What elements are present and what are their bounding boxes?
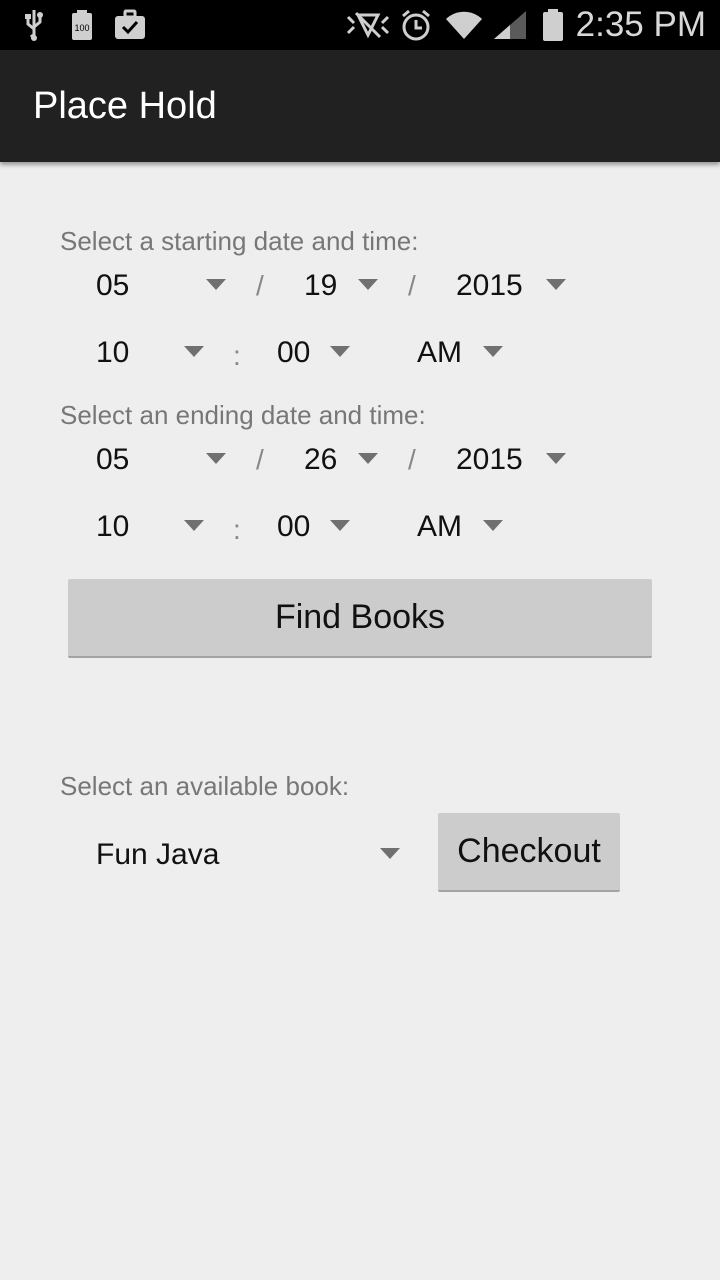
date-separator: / — [256, 270, 264, 301]
start-minute-value: 00 — [277, 336, 311, 369]
end-ampm-spinner[interactable]: AM — [417, 499, 512, 555]
start-hour-spinner[interactable]: 10 — [96, 325, 211, 381]
end-day-spinner[interactable]: 26 — [304, 432, 384, 488]
alarm-icon — [400, 0, 432, 50]
page-title: Place Hold — [33, 85, 217, 127]
start-month-value: 05 — [96, 269, 130, 302]
start-month-spinner[interactable]: 05 — [96, 258, 231, 314]
end-hour-spinner[interactable]: 10 — [96, 499, 211, 555]
start-day-value: 19 — [304, 269, 338, 302]
end-year-value: 2015 — [456, 443, 523, 476]
date-separator: / — [408, 444, 416, 475]
end-minute-spinner[interactable]: 00 — [277, 499, 357, 555]
dropdown-arrow-icon — [358, 279, 378, 290]
end-hour-value: 10 — [96, 510, 130, 543]
start-year-spinner[interactable]: 2015 — [456, 258, 571, 314]
dropdown-arrow-icon — [206, 453, 226, 464]
book-spinner[interactable]: Fun Java — [96, 827, 406, 883]
date-separator: / — [408, 270, 416, 301]
end-minute-value: 00 — [277, 510, 311, 543]
dropdown-arrow-icon — [330, 520, 350, 531]
checkout-button[interactable]: Checkout — [438, 813, 620, 892]
start-day-spinner[interactable]: 19 — [304, 258, 384, 314]
book-select-label: Select an available book: — [60, 771, 350, 801]
end-ampm-value: AM — [417, 510, 462, 543]
start-ampm-value: AM — [417, 336, 462, 369]
start-date-label: Select a starting date and time: — [60, 226, 419, 256]
battery-small-label: 100 — [74, 23, 89, 33]
status-bar: 100 2:35 PM — [0, 0, 720, 50]
dropdown-arrow-icon — [184, 520, 204, 531]
start-year-value: 2015 — [456, 269, 523, 302]
usb-icon — [20, 0, 48, 50]
date-separator: / — [256, 444, 264, 475]
end-date-label: Select an ending date and time: — [60, 400, 426, 430]
dropdown-arrow-icon — [483, 520, 503, 531]
dropdown-arrow-icon — [546, 279, 566, 290]
end-day-value: 26 — [304, 443, 338, 476]
dropdown-arrow-icon — [184, 346, 204, 357]
end-month-value: 05 — [96, 443, 130, 476]
dropdown-arrow-icon — [358, 453, 378, 464]
dropdown-arrow-icon — [330, 346, 350, 357]
time-separator: : — [233, 514, 241, 545]
book-selected-value: Fun Java — [96, 838, 220, 871]
end-month-spinner[interactable]: 05 — [96, 432, 231, 488]
battery-icon — [540, 0, 566, 50]
nfc-muted-icon — [344, 0, 392, 50]
time-separator: : — [233, 340, 241, 371]
dropdown-arrow-icon — [380, 848, 400, 859]
briefcase-check-icon — [114, 0, 146, 50]
action-bar: Place Hold — [0, 50, 720, 162]
dropdown-arrow-icon — [206, 279, 226, 290]
dropdown-arrow-icon — [483, 346, 503, 357]
dropdown-arrow-icon — [546, 453, 566, 464]
signal-icon — [492, 0, 530, 50]
battery-100-icon: 100 — [70, 0, 94, 50]
start-hour-value: 10 — [96, 336, 130, 369]
find-books-button[interactable]: Find Books — [68, 579, 652, 658]
start-minute-spinner[interactable]: 00 — [277, 325, 357, 381]
start-ampm-spinner[interactable]: AM — [417, 325, 512, 381]
clock-time: 2:35 PM — [575, 5, 706, 44]
end-year-spinner[interactable]: 2015 — [456, 432, 571, 488]
wifi-icon — [444, 0, 484, 50]
